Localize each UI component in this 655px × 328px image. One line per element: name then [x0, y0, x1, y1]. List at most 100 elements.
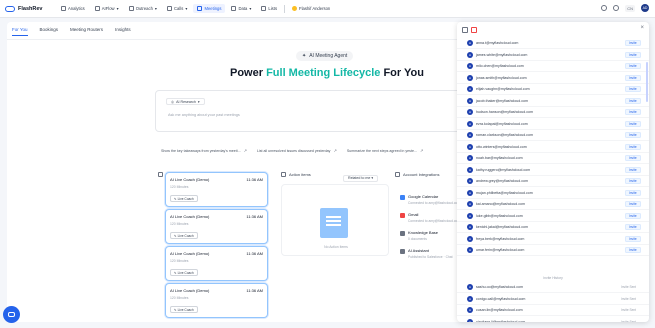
tab-meeting-routers[interactable]: Meeting Routers [70, 27, 103, 36]
integration-item[interactable]: Gmail Connected to amy@flashcloud.com [400, 212, 460, 223]
invite-button[interactable]: Invite [625, 143, 641, 150]
meeting-time: 11:36 AM [246, 177, 263, 182]
research-icon: ◎ [171, 99, 175, 104]
nav-item-meetings[interactable]: Meetings [193, 4, 226, 13]
ask-box[interactable]: ◎ AI Research ▾ Ask me anything about yo… [155, 90, 465, 132]
invite-button[interactable]: Invite [625, 212, 641, 219]
suggestion-item[interactable]: Summarize the next steps agreed in yeste… [347, 148, 423, 153]
member-email: elijah.vaughn@myflashcloud.com [476, 87, 530, 91]
related-filter[interactable]: Related to me ▾ [343, 175, 379, 182]
invite-button[interactable]: Invite [625, 40, 641, 46]
member-row: Aandrew.grey@myflashcloud.com Invite [457, 176, 649, 187]
invite-button[interactable]: Invite [625, 74, 641, 81]
invite-button[interactable]: Invite [625, 51, 641, 58]
invite-button[interactable]: Invite [625, 132, 641, 138]
invite-button[interactable]: Invite [625, 189, 641, 196]
member-row: Amujan.philbetta@myflashcloud.com Invite [457, 188, 649, 199]
meeting-card[interactable]: AI Live Coach (Demo) 11:36 AM 120 Minutes ✎… [165, 283, 268, 318]
invite-button[interactable]: Invite [625, 109, 641, 115]
invite-button[interactable]: Invite [625, 97, 641, 104]
member-avatar: A [467, 284, 473, 290]
language-badge[interactable]: CN [625, 4, 635, 12]
nav-item-data[interactable]: Data ▾ [227, 4, 255, 13]
chevron-down-icon: ▾ [116, 6, 119, 11]
meeting-card[interactable]: AI Live Coach (Demo) 11:36 AM 120 Minutes ✎… [165, 209, 268, 244]
invite-button[interactable]: Invite [625, 166, 641, 173]
suggestion-list: Show the key takeaways from yesterday's … [161, 148, 423, 153]
invite-button[interactable]: Invite [625, 247, 641, 253]
integration-name: Google Calendar [408, 194, 439, 199]
member-avatar: A [467, 63, 473, 69]
invite-button[interactable]: Invite [625, 235, 641, 242]
user-switcher[interactable]: Flashif Anderson [288, 4, 334, 13]
invite-button[interactable]: Invite [625, 120, 641, 127]
member-avatar: A [467, 166, 473, 173]
nav-icon [197, 6, 203, 11]
live-coach-label: Live Coach [177, 233, 194, 238]
nav-item-aiflow[interactable]: AIFlow ▾ [91, 4, 123, 13]
member-email: kenichi.jakai@myflashcloud.com [476, 225, 528, 229]
notification-icon[interactable] [613, 5, 620, 11]
member-row: Aluke.gibb@myflashcloud.com Invite [457, 211, 649, 222]
invite-button[interactable]: Invite [625, 178, 641, 184]
refresh-icon[interactable] [462, 27, 468, 33]
member-email: jonas.smith@myflashcloud.com [476, 75, 527, 80]
member-avatar: A [467, 40, 473, 46]
nav-item-lists[interactable]: Lists [257, 4, 281, 13]
suggestion-item[interactable]: List all unresolved issues discussed yes… [257, 148, 337, 153]
meeting-card[interactable]: AI Live Coach (Demo) 11:36 AM 120 Minutes ✎… [165, 172, 268, 207]
integration-item[interactable]: AI Assistant Published to Salesforce · Ch… [400, 248, 453, 259]
account-avatar[interactable]: AD [641, 4, 649, 12]
tab-insights[interactable]: Insights [115, 27, 131, 36]
member-avatar: A [467, 97, 473, 104]
top-right-actions: CN AD [601, 4, 649, 12]
integration-status: Published to Salesforce · Chat [408, 255, 453, 259]
app-logo[interactable]: FlashRev [5, 5, 55, 12]
meeting-card[interactable]: AI Live Coach (Demo) 11:36 AM 120 Minutes ✎… [165, 246, 268, 281]
member-row: Anoah.bar@myflashcloud.com Invite [457, 153, 649, 164]
integration-icon [400, 249, 405, 254]
model-selector[interactable]: ◎ AI Research ▾ [166, 98, 205, 105]
integration-item[interactable]: Knowledge Base 0 documents [400, 230, 438, 241]
member-avatar: A [467, 132, 473, 138]
close-icon[interactable]: × [640, 25, 644, 31]
live-coach-chip[interactable]: ✎ Live Coach [170, 269, 198, 276]
tab-for-you[interactable]: For You [12, 27, 28, 36]
integration-item[interactable]: Google Calendar Connected to amy@flashclo… [400, 194, 460, 205]
chat-launcher[interactable] [3, 306, 20, 323]
invite-button[interactable]: Invite [625, 63, 641, 69]
panel-scrollbar[interactable] [646, 62, 648, 102]
member-row: Acusan.lin@myflashcloud.com Invite Sent [457, 305, 649, 316]
checklist-icon [281, 172, 286, 177]
meeting-title: AI Live Coach (Demo) [170, 177, 210, 182]
member-email: noah.bar@myflashcloud.com [476, 156, 523, 160]
invite-button[interactable]: Invite [625, 201, 641, 207]
member-email: ezra.kolapal@myflashcloud.com [476, 121, 528, 126]
invite-button[interactable]: Invite [625, 224, 641, 230]
live-coach-chip[interactable]: ✎ Live Coach [170, 232, 198, 239]
empty-document-illustration [320, 208, 348, 238]
ask-input[interactable]: Ask me anything about your past meetings [168, 113, 240, 117]
nav-item-analytics[interactable]: Analytics [57, 4, 89, 13]
integration-name: Knowledge Base [408, 230, 439, 235]
invite-sent-status: Invite Sent [621, 308, 637, 312]
member-row: Akai.amano@myflashcloud.com Invite [457, 199, 649, 210]
member-row: Asashu.oo@myflashcloud.com Invite Sent [457, 282, 649, 293]
mail-icon[interactable] [471, 27, 477, 33]
meeting-duration: 120 Minutes [170, 185, 189, 189]
live-coach-chip[interactable]: ✎ Live Coach [170, 306, 198, 313]
live-coach-chip[interactable]: ✎ Live Coach [170, 195, 198, 202]
panel-toolbar [462, 27, 477, 33]
invite-button[interactable]: Invite [625, 86, 641, 92]
tab-bookings[interactable]: Bookings [40, 27, 59, 36]
invite-sent-status: Invite Sent [621, 285, 637, 289]
integration-name: Gmail [408, 212, 419, 217]
suggestion-item[interactable]: Show the key takeaways from yesterday's … [161, 148, 247, 153]
settings-icon[interactable] [601, 5, 608, 11]
member-email: umar.ferin@myflashcloud.com [476, 248, 525, 252]
member-avatar: A [467, 120, 473, 127]
invite-button[interactable]: Invite [625, 155, 641, 161]
integration-status: Connected to amy@flashcloud.com [408, 219, 461, 223]
nav-item-calls[interactable]: Calls ▾ [163, 4, 191, 13]
nav-item-outreach[interactable]: Outreach ▾ [125, 4, 161, 13]
